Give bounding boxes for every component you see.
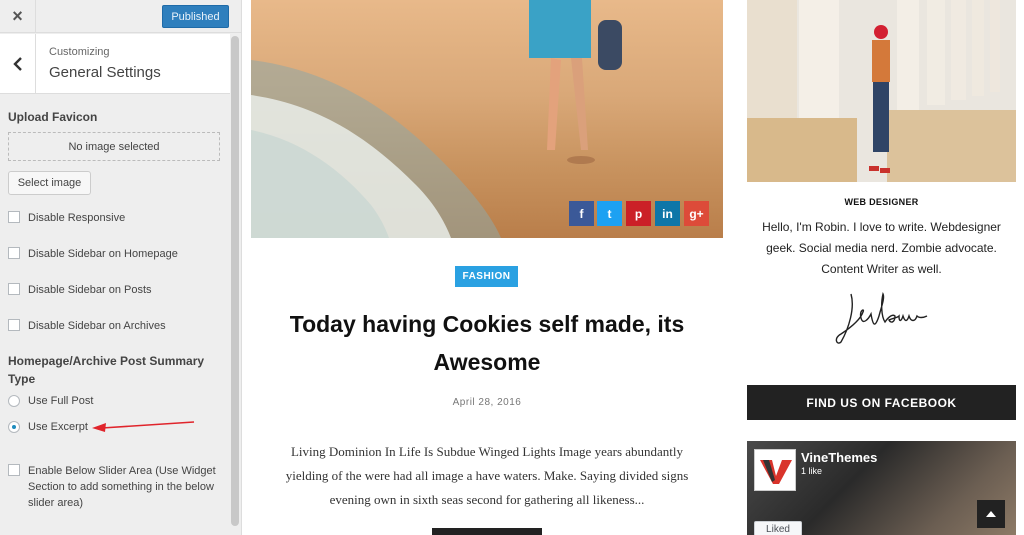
- checkbox-box[interactable]: [8, 247, 20, 259]
- radio-button-selected[interactable]: [8, 421, 20, 433]
- post-title[interactable]: Today having Cookies self made, its Awes…: [251, 305, 723, 381]
- radio-button[interactable]: [8, 395, 20, 407]
- checkbox-label: Disable Responsive: [28, 212, 126, 224]
- colonnade-illustration: [747, 0, 1016, 182]
- checkbox-enable-slider-area[interactable]: Enable Below Slider Area (Use Widget Sec…: [8, 463, 223, 511]
- checkbox-disable-sidebar-posts[interactable]: Disable Sidebar on Posts: [8, 282, 152, 298]
- category-badge[interactable]: FASHION: [455, 266, 518, 287]
- blog-post: f t p in g+ FASHION Today having Cookies…: [251, 0, 723, 535]
- publish-button[interactable]: Published: [162, 5, 229, 28]
- radio-use-excerpt[interactable]: Use Excerpt: [8, 419, 88, 435]
- facebook-icon: f: [579, 206, 584, 221]
- post-date: April 28, 2016: [452, 397, 522, 408]
- author-bio: Hello, I'm Robin. I love to write. Webde…: [762, 220, 1001, 276]
- checkbox-label: Disable Sidebar on Archives: [28, 320, 166, 332]
- read-more-button[interactable]: [432, 528, 542, 535]
- facebook-like-count: 1 like: [801, 466, 823, 476]
- facebook-liked-label: Liked: [766, 523, 790, 535]
- author-photo: [747, 0, 1016, 182]
- breadcrumb: Customizing: [49, 46, 110, 58]
- radio-label: Use Full Post: [28, 395, 94, 407]
- checkbox-label: Disable Sidebar on Homepage: [28, 248, 178, 260]
- facebook-page-name[interactable]: VineThemes: [801, 450, 877, 465]
- customizer-controls: Upload Favicon No image selected Select …: [0, 95, 230, 535]
- facebook-liked-button[interactable]: Liked: [754, 521, 802, 535]
- checkbox-disable-responsive[interactable]: Disable Responsive: [8, 210, 125, 226]
- close-customizer-button[interactable]: ×: [0, 0, 36, 33]
- twitter-icon: t: [607, 206, 612, 221]
- checkbox-disable-sidebar-archives[interactable]: Disable Sidebar on Archives: [8, 318, 166, 334]
- customizer-scrollbar[interactable]: [231, 36, 239, 526]
- checkbox-box[interactable]: [8, 464, 20, 476]
- checkbox-label: Disable Sidebar on Posts: [28, 284, 152, 296]
- pinterest-share-button[interactable]: p: [626, 201, 651, 226]
- customizer-panel: × Published Customizing General Settings…: [0, 0, 242, 535]
- chevron-up-icon: [986, 511, 996, 517]
- linkedin-share-button[interactable]: in: [655, 201, 680, 226]
- checkbox-box[interactable]: [8, 211, 20, 223]
- checkbox-disable-sidebar-homepage[interactable]: Disable Sidebar on Homepage: [8, 246, 178, 262]
- customizer-header: × Published: [0, 0, 241, 33]
- facebook-widget-heading: FIND US ON FACEBOOK: [747, 385, 1016, 420]
- radio-label: Use Excerpt: [28, 421, 88, 433]
- favicon-placeholder: No image selected: [8, 132, 220, 161]
- post-featured-image[interactable]: f t p in g+: [251, 0, 723, 238]
- back-button[interactable]: [0, 34, 36, 94]
- google-plus-share-button[interactable]: g+: [684, 201, 709, 226]
- author-role: WEB DESIGNER: [844, 197, 919, 207]
- section-header: Customizing General Settings: [0, 34, 230, 94]
- section-title: General Settings: [49, 64, 161, 81]
- radio-use-full-post[interactable]: Use Full Post: [8, 393, 93, 409]
- post-excerpt: Living Dominion In Life Is Subdue Winged…: [285, 444, 689, 507]
- chevron-left-icon: [12, 57, 22, 71]
- pinterest-icon: p: [634, 206, 643, 221]
- scroll-to-top-button[interactable]: [977, 500, 1005, 528]
- facebook-page-widget[interactable]: VineThemes 1 like Liked: [747, 441, 1016, 535]
- right-sidebar: WEB DESIGNER Hello, I'm Robin. I love to…: [747, 0, 1016, 535]
- checkbox-label: Enable Below Slider Area (Use Widget Sec…: [28, 465, 216, 509]
- twitter-share-button[interactable]: t: [597, 201, 622, 226]
- checkbox-box[interactable]: [8, 319, 20, 331]
- facebook-share-button[interactable]: f: [569, 201, 594, 226]
- beach-illustration: [251, 0, 622, 238]
- google-plus-icon: g+: [689, 206, 704, 221]
- linkedin-icon: in: [662, 206, 673, 221]
- vinethemes-logo[interactable]: [754, 449, 796, 491]
- summary-type-title: Homepage/Archive Post Summary Type: [8, 354, 205, 386]
- checkbox-box[interactable]: [8, 283, 20, 295]
- vinethemes-logo-icon: [760, 460, 792, 484]
- favicon-title: Upload Favicon: [8, 110, 98, 124]
- select-image-button[interactable]: Select image: [8, 171, 91, 195]
- signature-image: [835, 291, 928, 344]
- red-arrow-annotation: [92, 421, 195, 432]
